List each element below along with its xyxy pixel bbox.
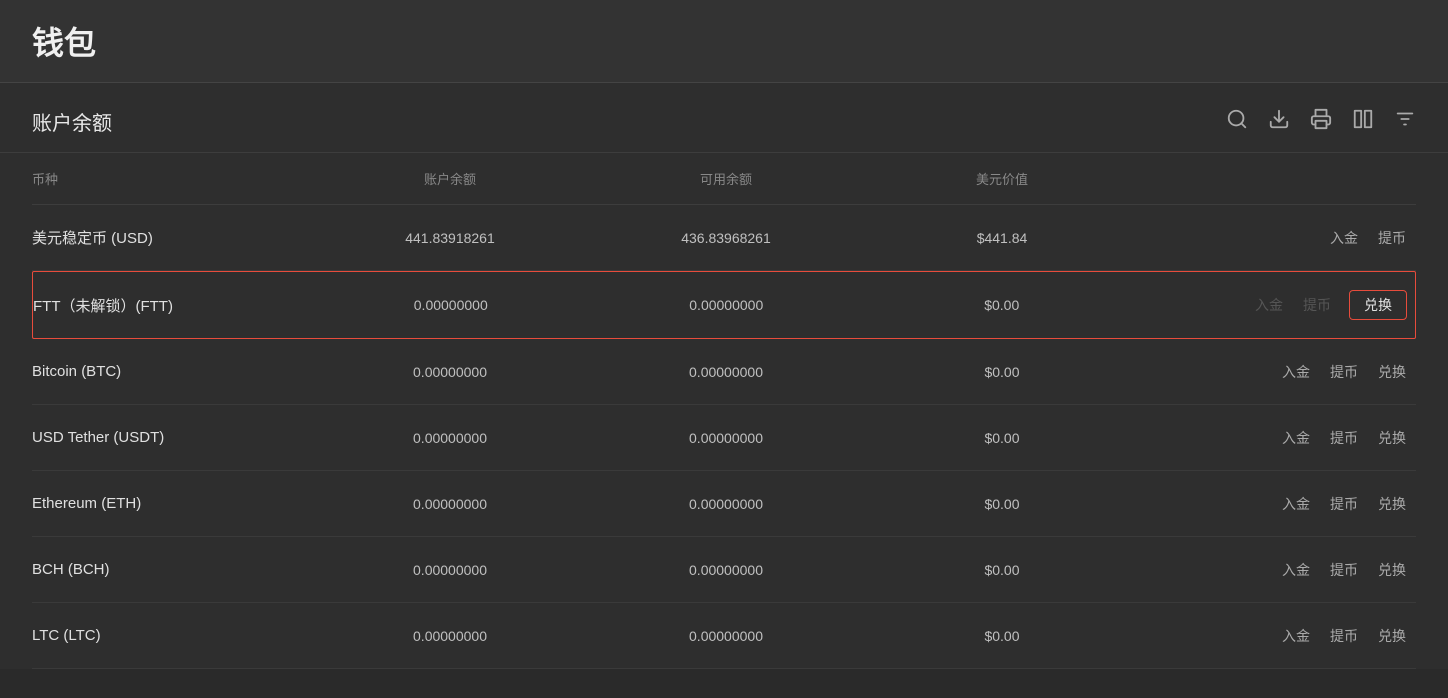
actions-cell: 入金 提币 兑换 <box>1140 406 1416 470</box>
currency-cell: 美元稳定币 (USD) <box>32 209 312 266</box>
withdraw-button[interactable]: 提币 <box>1328 556 1360 584</box>
deposit-button[interactable]: 入金 <box>1328 224 1360 252</box>
currency-cell: BCH (BCH) <box>32 543 312 596</box>
currency-cell: Ethereum (ETH) <box>32 477 312 530</box>
convert-button[interactable]: 兑换 <box>1376 358 1408 386</box>
convert-button[interactable]: 兑换 <box>1376 556 1408 584</box>
available-cell: 0.00000000 <box>588 544 864 596</box>
table-row: 美元稳定币 (USD) 441.83918261 436.83968261 $4… <box>32 205 1416 271</box>
withdraw-button[interactable]: 提币 <box>1328 622 1360 650</box>
col-header-currency: 币种 <box>32 165 312 192</box>
actions-cell: 入金 提币 兑换 <box>1140 604 1416 668</box>
withdraw-button[interactable]: 提币 <box>1328 424 1360 452</box>
withdraw-button[interactable]: 提币 <box>1328 490 1360 518</box>
usd-cell: $0.00 <box>864 544 1140 596</box>
deposit-button[interactable]: 入金 <box>1280 622 1312 650</box>
currency-cell: USD Tether (USDT) <box>32 411 312 464</box>
actions-cell: 入金 提币 兑换 <box>1140 538 1416 602</box>
convert-button[interactable]: 兑换 <box>1349 290 1407 320</box>
available-cell: 436.83968261 <box>588 212 864 264</box>
usd-cell: $0.00 <box>864 610 1140 662</box>
deposit-button[interactable]: 入金 <box>1280 490 1312 518</box>
usd-cell: $0.00 <box>864 346 1140 398</box>
usd-cell: $0.00 <box>864 478 1140 530</box>
table-row: BCH (BCH) 0.00000000 0.00000000 $0.00 入金… <box>32 537 1416 603</box>
col-header-balance: 账户余额 <box>312 165 588 192</box>
convert-button[interactable]: 兑换 <box>1376 490 1408 518</box>
balance-table: 币种 账户余额 可用余额 美元价值 美元稳定币 (USD) 441.839182… <box>0 153 1448 669</box>
balance-cell: 0.00000000 <box>312 610 588 662</box>
col-header-available: 可用余额 <box>588 165 864 192</box>
table-row: USD Tether (USDT) 0.00000000 0.00000000 … <box>32 405 1416 471</box>
currency-cell: FTT（未解锁）(FTT) <box>33 277 313 334</box>
withdraw-button: 提币 <box>1301 291 1333 319</box>
toolbar <box>1226 108 1416 136</box>
table-row: LTC (LTC) 0.00000000 0.00000000 $0.00 入金… <box>32 603 1416 669</box>
actions-cell: 入金 提币 <box>1140 206 1416 270</box>
page-header: 钱包 <box>0 0 1448 83</box>
balance-cell: 0.00000000 <box>313 279 589 331</box>
usd-cell: $0.00 <box>864 412 1140 464</box>
col-header-actions <box>1140 165 1416 192</box>
wallet-section: 账户余额 <box>0 83 1448 669</box>
filter-icon[interactable] <box>1394 108 1416 136</box>
table-row: FTT（未解锁）(FTT) 0.00000000 0.00000000 $0.0… <box>32 271 1416 339</box>
balance-cell: 0.00000000 <box>312 478 588 530</box>
currency-cell: Bitcoin (BTC) <box>32 345 312 398</box>
balance-cell: 0.00000000 <box>312 412 588 464</box>
withdraw-button[interactable]: 提币 <box>1376 224 1408 252</box>
balance-cell: 0.00000000 <box>312 346 588 398</box>
section-header: 账户余额 <box>0 83 1448 153</box>
deposit-button[interactable]: 入金 <box>1280 556 1312 584</box>
deposit-button[interactable]: 入金 <box>1280 358 1312 386</box>
col-header-usd: 美元价值 <box>864 165 1140 192</box>
balance-cell: 441.83918261 <box>312 212 588 264</box>
download-icon[interactable] <box>1268 108 1290 136</box>
withdraw-button[interactable]: 提币 <box>1328 358 1360 386</box>
convert-button[interactable]: 兑换 <box>1376 622 1408 650</box>
section-title: 账户余额 <box>32 107 112 136</box>
actions-cell: 入金 提币 兑换 <box>1140 272 1416 338</box>
search-icon[interactable] <box>1226 108 1248 136</box>
available-cell: 0.00000000 <box>589 279 865 331</box>
table-row: Bitcoin (BTC) 0.00000000 0.00000000 $0.0… <box>32 339 1416 405</box>
available-cell: 0.00000000 <box>588 610 864 662</box>
deposit-button[interactable]: 入金 <box>1280 424 1312 452</box>
actions-cell: 入金 提币 兑换 <box>1140 340 1416 404</box>
columns-icon[interactable] <box>1352 108 1374 136</box>
page-title: 钱包 <box>32 25 96 61</box>
available-cell: 0.00000000 <box>588 346 864 398</box>
table-header: 币种 账户余额 可用余额 美元价值 <box>32 153 1416 205</box>
usd-cell: $441.84 <box>864 212 1140 264</box>
actions-cell: 入金 提币 兑换 <box>1140 472 1416 536</box>
deposit-button: 入金 <box>1253 291 1285 319</box>
print-icon[interactable] <box>1310 108 1332 136</box>
currency-cell: LTC (LTC) <box>32 609 312 662</box>
balance-cell: 0.00000000 <box>312 544 588 596</box>
convert-button[interactable]: 兑换 <box>1376 424 1408 452</box>
usd-cell: $0.00 <box>864 279 1140 331</box>
table-row: Ethereum (ETH) 0.00000000 0.00000000 $0.… <box>32 471 1416 537</box>
available-cell: 0.00000000 <box>588 412 864 464</box>
available-cell: 0.00000000 <box>588 478 864 530</box>
